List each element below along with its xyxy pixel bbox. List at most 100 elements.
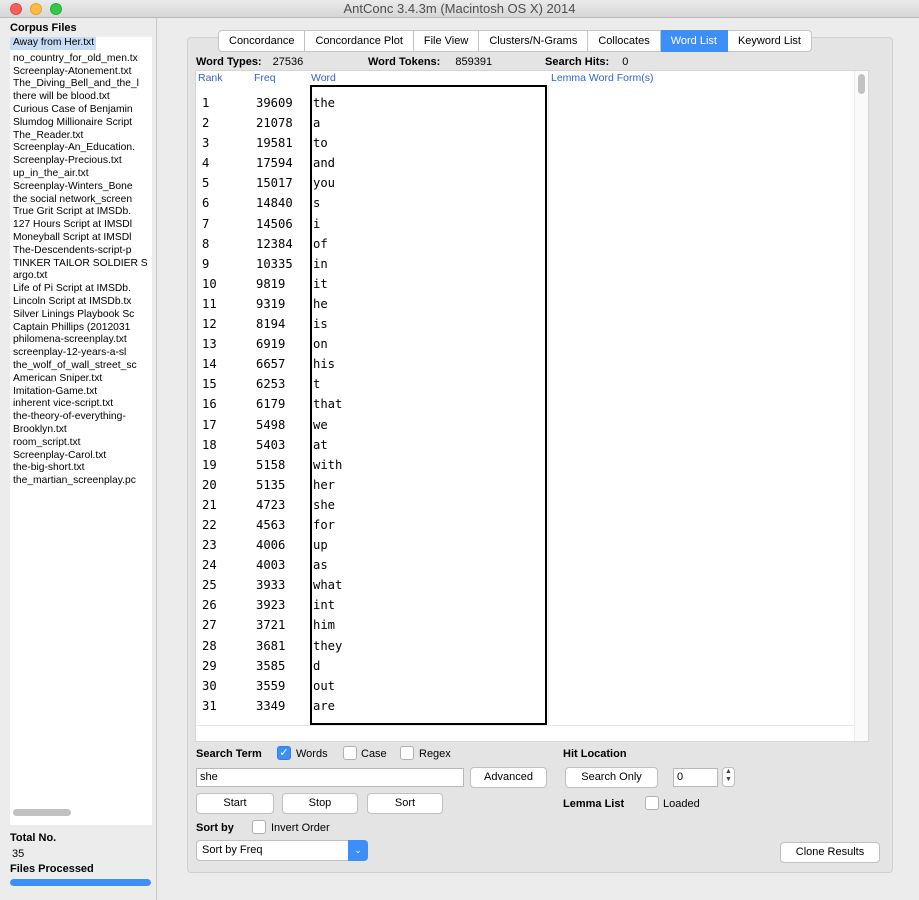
scrollbar-thumb[interactable] (13, 809, 71, 816)
freq-cell[interactable]: 17594 (256, 153, 310, 173)
freq-cell[interactable]: 3933 (256, 575, 310, 595)
words-checkbox[interactable]: ✓ (277, 746, 291, 760)
corpus-file-item[interactable]: argo.txt (10, 270, 152, 283)
corpus-file-item[interactable]: Screenplay-Precious.txt (10, 155, 152, 168)
corpus-file-item[interactable]: Slumdog Millionaire Script (10, 117, 152, 130)
corpus-file-list[interactable]: Away from Her.txt no_country_for_old_men.… (10, 37, 152, 825)
corpus-file-item[interactable]: inherent vice-script.txt (10, 398, 152, 411)
corpus-file-item[interactable]: the social network_screen (10, 194, 152, 207)
freq-cell[interactable]: 4563 (256, 515, 310, 535)
freq-cell[interactable]: 14506 (256, 214, 310, 234)
corpus-file-item[interactable]: Brooklyn.txt (10, 424, 152, 437)
chevron-down-icon[interactable]: ⌄ (348, 840, 368, 861)
rank-cell[interactable]: 14 (202, 354, 256, 374)
rank-cell[interactable]: 31 (202, 696, 256, 716)
corpus-file-item[interactable]: screenplay-12-years-a-sl (10, 347, 152, 360)
freq-cell[interactable]: 6179 (256, 394, 310, 414)
freq-cell[interactable]: 3585 (256, 656, 310, 676)
corpus-file-item[interactable]: no_country_for_old_men.tx (10, 53, 152, 66)
search-only-button[interactable]: Search Only (565, 767, 658, 788)
freq-cell[interactable]: 39609 (256, 93, 310, 113)
rank-cell[interactable]: 7 (202, 214, 256, 234)
freq-cell[interactable]: 5498 (256, 415, 310, 435)
scrollbar-thumb[interactable] (858, 74, 865, 94)
freq-cell[interactable]: 6657 (256, 354, 310, 374)
freq-cell[interactable]: 3721 (256, 615, 310, 635)
rank-cell[interactable]: 5 (202, 173, 256, 193)
corpus-file-item[interactable]: The_Reader.txt (10, 130, 152, 143)
rank-cell[interactable]: 20 (202, 475, 256, 495)
rank-cell[interactable]: 6 (202, 193, 256, 213)
freq-cell[interactable]: 6919 (256, 334, 310, 354)
corpus-file-item[interactable]: the_martian_screenplay.pc (10, 475, 152, 488)
corpus-file-item[interactable]: The_Diving_Bell_and_the_l (10, 78, 152, 91)
freq-cell[interactable]: 15017 (256, 173, 310, 193)
rank-cell[interactable]: 26 (202, 595, 256, 615)
invert-order-checkbox[interactable] (252, 820, 266, 834)
word-list-vertical-scrollbar[interactable] (854, 71, 868, 741)
rank-cell[interactable]: 10 (202, 274, 256, 294)
stepper-up-icon[interactable]: ▲ (723, 768, 734, 776)
tab-word-list[interactable]: Word List (660, 30, 728, 52)
rank-cell[interactable]: 17 (202, 415, 256, 435)
freq-cell[interactable]: 3681 (256, 636, 310, 656)
rank-cell[interactable]: 23 (202, 535, 256, 555)
rank-cell[interactable]: 24 (202, 555, 256, 575)
rank-cell[interactable]: 15 (202, 374, 256, 394)
rank-cell[interactable]: 29 (202, 656, 256, 676)
freq-cell[interactable]: 14840 (256, 193, 310, 213)
word-list-table[interactable]: Rank Freq Word Lemma Word Form(s) 123456… (195, 70, 869, 742)
freq-cell[interactable]: 19581 (256, 133, 310, 153)
corpus-file-item[interactable]: there will be blood.txt (10, 91, 152, 104)
rank-cell[interactable]: 1 (202, 93, 256, 113)
tab-concordance[interactable]: Concordance (218, 30, 306, 52)
start-button[interactable]: Start (196, 793, 274, 814)
regex-checkbox[interactable] (400, 746, 414, 760)
stop-button[interactable]: Stop (282, 793, 358, 814)
corpus-file-item[interactable]: Life of Pi Script at IMSDb. (10, 283, 152, 296)
freq-cell[interactable]: 9319 (256, 294, 310, 314)
tab-clusters-n-grams[interactable]: Clusters/N-Grams (479, 30, 589, 52)
position-stepper[interactable]: ▲ ▼ (722, 767, 735, 787)
corpus-file-item[interactable]: the-big-short.txt (10, 462, 152, 475)
corpus-file-item[interactable]: philomena-screenplay.txt (10, 334, 152, 347)
corpus-file-item[interactable]: Imitation-Game.txt (10, 386, 152, 399)
freq-cell[interactable]: 8194 (256, 314, 310, 334)
stepper-down-icon[interactable]: ▼ (723, 776, 734, 784)
rank-cell[interactable]: 13 (202, 334, 256, 354)
corpus-file-item[interactable]: Screenplay-Winters_Bone (10, 181, 152, 194)
lemma-loaded-checkbox[interactable] (645, 796, 659, 810)
file-list-horizontal-scrollbar[interactable] (10, 806, 152, 818)
rank-column-header[interactable]: Rank (198, 72, 223, 84)
freq-cell[interactable]: 5158 (256, 455, 310, 475)
freq-cell[interactable]: 4723 (256, 495, 310, 515)
corpus-file-item[interactable]: True Grit Script at IMSDb. (10, 206, 152, 219)
rank-cell[interactable]: 16 (202, 394, 256, 414)
advanced-button[interactable]: Advanced (470, 767, 547, 788)
freq-cell[interactable]: 6253 (256, 374, 310, 394)
rank-cell[interactable]: 25 (202, 575, 256, 595)
corpus-file-item[interactable]: Screenplay-An_Education. (10, 142, 152, 155)
rank-cell[interactable]: 19 (202, 455, 256, 475)
rank-cell[interactable]: 12 (202, 314, 256, 334)
rank-cell[interactable]: 11 (202, 294, 256, 314)
corpus-file-item[interactable]: Away from Her.txt (10, 37, 97, 50)
freq-cell[interactable]: 10335 (256, 254, 310, 274)
rank-cell[interactable]: 4 (202, 153, 256, 173)
rank-cell[interactable]: 18 (202, 435, 256, 455)
corpus-file-item[interactable]: up_in_the_air.txt (10, 168, 152, 181)
freq-cell[interactable]: 9819 (256, 274, 310, 294)
sort-button[interactable]: Sort (367, 793, 443, 814)
corpus-file-item[interactable]: 127 Hours Script at IMSDl (10, 219, 152, 232)
corpus-file-item[interactable]: Screenplay-Atonement.txt (10, 66, 152, 79)
rank-cell[interactable]: 27 (202, 615, 256, 635)
rank-cell[interactable]: 3 (202, 133, 256, 153)
rank-cell[interactable]: 28 (202, 636, 256, 656)
freq-column-header[interactable]: Freq (254, 72, 276, 84)
tab-file-view[interactable]: File View (413, 30, 480, 52)
corpus-file-item[interactable]: TINKER TAILOR SOLDIER S (10, 258, 152, 271)
corpus-file-item[interactable]: room_script.txt (10, 437, 152, 450)
corpus-file-item[interactable]: Moneyball Script at IMSDl (10, 232, 152, 245)
case-checkbox[interactable] (343, 746, 357, 760)
corpus-file-item[interactable]: Silver Linings Playbook Sc (10, 309, 152, 322)
